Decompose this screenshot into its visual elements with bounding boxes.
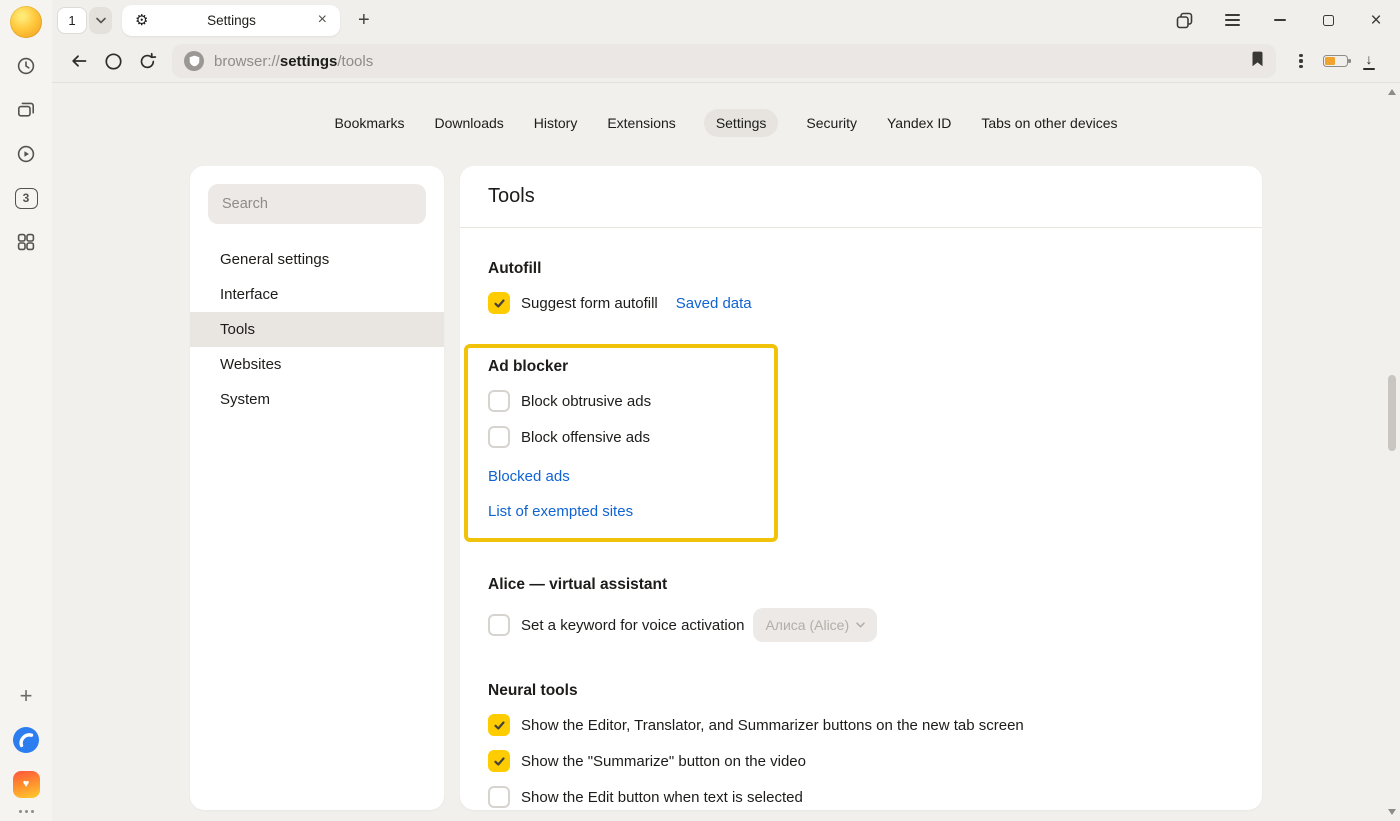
ad-blocker-heading: Ad blocker [488,358,774,376]
scroll-up-arrow[interactable] [1388,89,1396,95]
top-nav-extensions[interactable]: Extensions [605,109,677,137]
yandex-id-icon[interactable] [96,44,130,78]
services-grid-icon[interactable] [8,226,44,258]
url-text: browser://settings/tools [214,53,373,70]
ad-blocker-row-offensive[interactable]: Block offensive ads [488,426,774,448]
profile-avatar[interactable] [10,6,42,38]
keyword-select[interactable]: Алиса (Alice) [753,608,877,642]
tab-list-chevron-icon[interactable] [89,7,112,34]
scroll-thumb[interactable] [1388,375,1396,451]
setting-label: Block obtrusive ads [521,393,651,410]
section-autofill: Autofill Suggest form autofill Saved dat… [488,260,1234,314]
protect-shield-icon[interactable] [184,51,204,71]
alice-row[interactable]: Set a keyword for voice activation Алиса… [488,608,1234,642]
browser-logo-icon[interactable] [8,724,44,756]
page-title: Tools [460,166,1262,228]
gear-icon: ⚙ [135,13,148,28]
menu-icon[interactable] [1218,6,1246,34]
sidebar-item-system[interactable]: System [190,382,444,417]
top-nav-downloads[interactable]: Downloads [433,109,506,137]
app-sidebar: 3 + ♥ [0,0,52,821]
top-nav-other-devices[interactable]: Tabs on other devices [979,109,1119,137]
browser-window: 3 + ♥ 1 [0,0,1400,821]
neural-tools-heading: Neural tools [488,682,1234,700]
checkbox-show-edit-button[interactable] [488,786,510,808]
sidebar-item-general-settings[interactable]: General settings [190,242,444,277]
back-button[interactable] [62,44,96,78]
top-nav-security[interactable]: Security [804,109,859,137]
setting-label: Set a keyword for voice activation [521,617,744,634]
reload-button[interactable] [130,44,164,78]
sidebar-item-tools[interactable]: Tools [190,312,444,347]
tabs-counter-icon[interactable]: 3 [8,182,44,214]
tab-close-icon[interactable]: × [315,10,330,30]
add-panel-plus-icon[interactable]: + [8,680,44,712]
tools-content-card: Tools Autofill Suggest form autofill Sav… [460,166,1262,810]
setting-label: Show the Editor, Translator, and Summari… [521,717,1024,734]
setting-label: Block offensive ads [521,429,650,446]
close-button[interactable]: × [1362,6,1390,34]
settings-page: Bookmarks Downloads History Extensions S… [52,82,1400,821]
ad-blocker-row-obtrusive[interactable]: Block obtrusive ads [488,390,774,412]
tab-title: Settings [148,13,314,28]
setting-label: Suggest form autofill [521,295,658,312]
history-icon[interactable] [8,50,44,82]
section-alice: Alice — virtual assistant Set a keyword … [488,576,1234,642]
checkbox-show-editor-buttons[interactable] [488,714,510,736]
scrollbar[interactable] [1384,83,1400,821]
checkbox-voice-keyword[interactable] [488,614,510,636]
bookmark-icon[interactable] [1251,51,1264,72]
autofill-row[interactable]: Suggest form autofill Saved data [488,292,1234,314]
annotation-highlight-box: Ad blocker Block obtrusive ads Block off… [464,344,778,542]
top-nav-settings[interactable]: Settings [704,109,779,137]
maximize-button[interactable] [1314,6,1342,34]
panels-toggle-icon[interactable] [1170,6,1198,34]
autofill-heading: Autofill [488,260,1234,278]
tab-counter-chip[interactable]: 1 [57,7,87,34]
neural-row-edit-button[interactable]: Show the Edit button when text is select… [488,786,1234,808]
settings-nav-list: General settings Interface Tools Website… [190,242,444,417]
section-neural-tools: Neural tools Show the Editor, Translator… [488,682,1234,808]
section-ad-blocker: Ad blocker Block obtrusive ads Block off… [488,358,774,522]
battery-icon[interactable] [1318,44,1352,78]
toolbar: browser://settings/tools ↓ [52,40,1400,82]
exempted-sites-link[interactable]: List of exempted sites [488,501,774,522]
collections-icon[interactable] [8,94,44,126]
blocked-ads-link[interactable]: Blocked ads [488,466,774,487]
checkbox-block-obtrusive[interactable] [488,390,510,412]
saved-data-link[interactable]: Saved data [676,295,752,312]
settings-nav-card: General settings Interface Tools Website… [190,166,444,810]
titlebar: 1 ⚙ Settings × + × [52,0,1400,40]
settings-top-nav: Bookmarks Downloads History Extensions S… [52,109,1400,137]
download-icon: ↓ [1366,52,1373,66]
alice-heading: Alice — virtual assistant [488,576,1234,594]
search-input[interactable] [208,184,426,224]
sidebar-more-icon[interactable] [19,810,34,813]
neural-row-editor[interactable]: Show the Editor, Translator, and Summari… [488,714,1234,736]
setting-label: Show the "Summarize" button on the video [521,753,806,770]
promo-app-tile: ♥ [13,771,40,798]
setting-label: Show the Edit button when text is select… [521,789,803,806]
checkbox-show-summarize[interactable] [488,750,510,772]
checkbox-suggest-autofill[interactable] [488,292,510,314]
top-nav-yandex-id[interactable]: Yandex ID [885,109,953,137]
plus-icon: + [20,685,33,707]
new-tab-button[interactable]: + [352,8,376,32]
checkbox-block-offensive[interactable] [488,426,510,448]
minimize-button[interactable] [1266,6,1294,34]
sidebar-item-websites[interactable]: Websites [190,347,444,382]
scroll-down-arrow[interactable] [1388,809,1396,815]
more-menu-icon[interactable] [1284,44,1318,78]
chevron-down-icon [856,622,865,628]
tab-count-badge: 3 [15,188,38,209]
downloads-button[interactable]: ↓ [1352,44,1386,78]
top-nav-history[interactable]: History [532,109,580,137]
video-player-icon[interactable] [8,138,44,170]
neural-row-summarize[interactable]: Show the "Summarize" button on the video [488,750,1234,772]
top-nav-bookmarks[interactable]: Bookmarks [332,109,406,137]
promo-app-icon[interactable]: ♥ [8,768,44,800]
tab-settings[interactable]: ⚙ Settings × [122,5,340,36]
sidebar-item-interface[interactable]: Interface [190,277,444,312]
address-bar[interactable]: browser://settings/tools [172,44,1276,78]
